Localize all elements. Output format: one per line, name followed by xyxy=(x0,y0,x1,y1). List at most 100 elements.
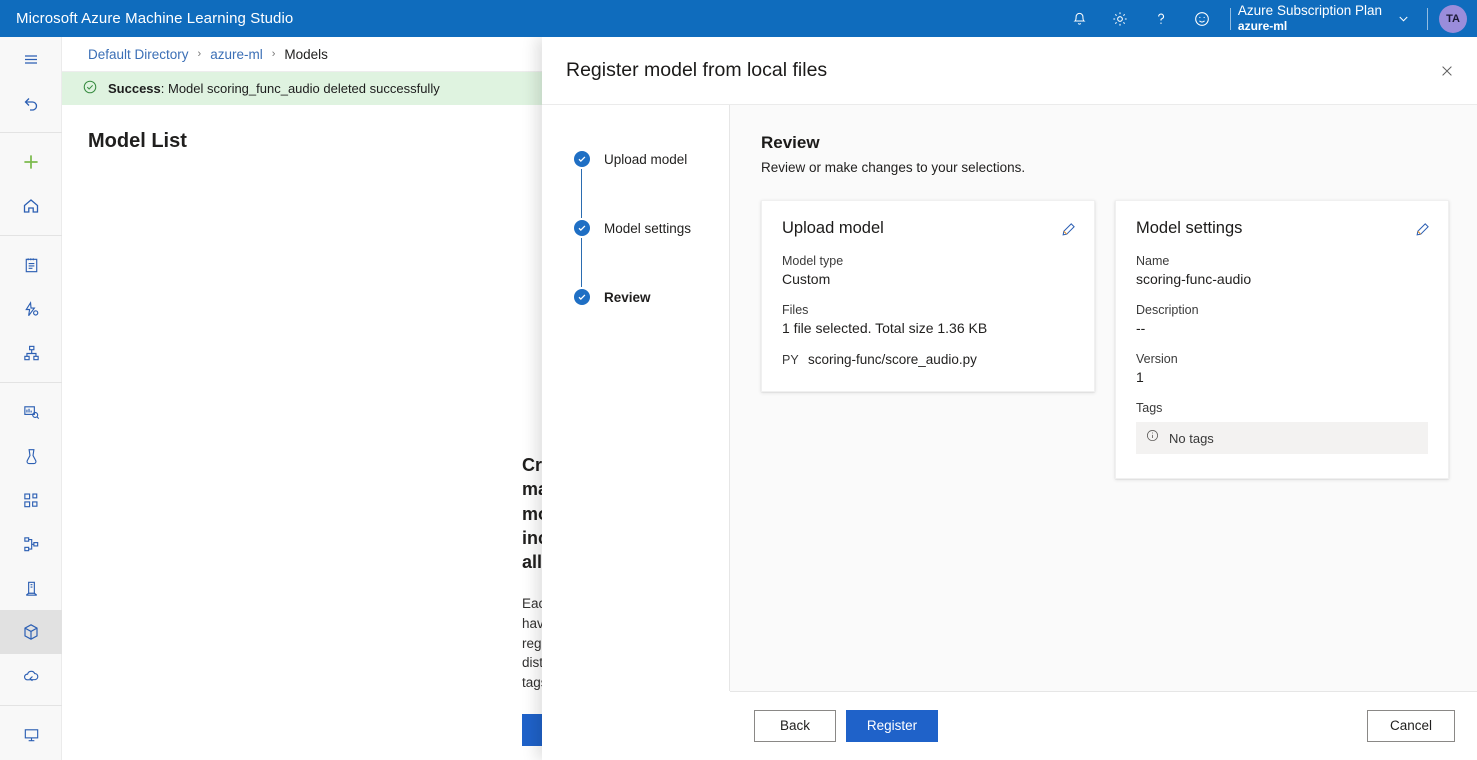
gear-icon[interactable] xyxy=(1100,0,1141,37)
field-name: Name scoring-func-audio xyxy=(1136,254,1428,287)
chevron-down-icon[interactable] xyxy=(1386,0,1420,37)
pipelines-icon[interactable] xyxy=(0,478,62,522)
app-brand-title: Microsoft Azure Machine Learning Studio xyxy=(16,10,293,27)
endpoints-icon[interactable] xyxy=(0,522,62,566)
no-tags-text: No tags xyxy=(1169,431,1214,446)
panel-header: Register model from local files xyxy=(542,37,1477,105)
panel-title: Register model from local files xyxy=(566,59,827,82)
file-list-item: PY scoring-func/score_audio.py xyxy=(782,352,1074,367)
success-label: Success xyxy=(108,81,161,96)
models-registry-icon[interactable] xyxy=(0,566,62,610)
divider xyxy=(0,705,62,706)
left-nav-rail xyxy=(0,37,62,760)
no-tags-message: No tags xyxy=(1136,422,1428,454)
wizard-step-label: Model settings xyxy=(604,221,691,236)
breadcrumb-separator: › xyxy=(272,48,276,60)
automated-ml-icon[interactable] xyxy=(0,287,62,331)
file-extension-label: PY xyxy=(782,353,808,367)
bell-icon[interactable] xyxy=(1059,0,1100,37)
components-icon[interactable] xyxy=(0,434,62,478)
sidebar-item-models[interactable] xyxy=(0,610,62,654)
register-model-panel: Register model from local files Upload m… xyxy=(542,37,1477,760)
review-content: Review Review or make changes to your se… xyxy=(730,105,1477,691)
field-label: Files xyxy=(782,303,1074,317)
step-complete-check-icon xyxy=(574,151,590,167)
avatar[interactable]: TA xyxy=(1439,5,1467,33)
upload-model-card: Upload model Model type Custom xyxy=(761,200,1095,392)
compute-icon[interactable] xyxy=(0,713,62,757)
divider xyxy=(1427,8,1428,30)
review-heading: Review xyxy=(761,133,1449,153)
data-assets-icon[interactable] xyxy=(0,654,62,698)
step-connector xyxy=(581,238,582,287)
divider xyxy=(1230,8,1231,30)
review-subheading: Review or make changes to your selection… xyxy=(761,160,1449,175)
new-icon[interactable] xyxy=(0,140,62,184)
subscription-plan-label: Azure Subscription Plan xyxy=(1238,3,1382,20)
field-value: 1 xyxy=(1136,369,1428,385)
field-description: Description -- xyxy=(1136,303,1428,336)
panel-body: Upload model Model settings Review xyxy=(542,105,1477,691)
field-tags: Tags No tags xyxy=(1136,401,1428,454)
field-value: -- xyxy=(1136,320,1428,336)
card-title: Model settings xyxy=(1136,219,1428,238)
divider xyxy=(0,382,62,383)
top-bar: Microsoft Azure Machine Learning Studio xyxy=(0,0,1477,37)
subscription-selector[interactable]: Azure Subscription Plan azure-ml xyxy=(1238,3,1386,35)
notebooks-icon[interactable] xyxy=(0,243,62,287)
wizard-step-review[interactable]: Review xyxy=(542,287,729,307)
edit-pencil-icon[interactable] xyxy=(1410,217,1434,241)
field-value: 1 file selected. Total size 1.36 KB xyxy=(782,320,1074,336)
field-label: Description xyxy=(1136,303,1428,317)
close-icon[interactable] xyxy=(1431,55,1463,87)
designer-icon[interactable] xyxy=(0,331,62,375)
divider xyxy=(0,132,62,133)
divider xyxy=(0,235,62,236)
back-button[interactable]: Back xyxy=(754,710,836,742)
field-files: Files 1 file selected. Total size 1.36 K… xyxy=(782,303,1074,336)
field-model-type: Model type Custom xyxy=(782,254,1074,287)
breadcrumb-item-workspace[interactable]: azure-ml xyxy=(210,47,263,62)
cancel-button[interactable]: Cancel xyxy=(1367,710,1455,742)
wizard-steps: Upload model Model settings Review xyxy=(542,105,730,691)
wizard-step-upload-model[interactable]: Upload model xyxy=(542,149,729,169)
card-title: Upload model xyxy=(782,219,1074,238)
field-label: Tags xyxy=(1136,401,1428,415)
field-value: scoring-func-audio xyxy=(1136,271,1428,287)
review-cards: Upload model Model type Custom xyxy=(761,200,1449,479)
success-message: : Model scoring_func_audio deleted succe… xyxy=(161,81,440,96)
step-complete-check-icon xyxy=(574,289,590,305)
field-label: Name xyxy=(1136,254,1428,268)
success-banner-text: Success: Model scoring_func_audio delete… xyxy=(108,81,440,96)
top-bar-actions: Azure Subscription Plan azure-ml TA xyxy=(1059,0,1477,37)
wizard-step-label: Upload model xyxy=(604,152,687,167)
wizard-step-label: Review xyxy=(604,290,651,305)
feedback-icon[interactable] xyxy=(1182,0,1223,37)
edit-pencil-icon[interactable] xyxy=(1056,217,1080,241)
jobs-icon[interactable] xyxy=(0,390,62,434)
menu-icon[interactable] xyxy=(0,37,62,81)
step-complete-check-icon xyxy=(574,220,590,236)
workspace-label: azure-ml xyxy=(1238,19,1382,34)
panel-footer-buttons: Back Register Cancel xyxy=(730,710,1455,742)
field-label: Model type xyxy=(782,254,1074,268)
info-icon xyxy=(1145,428,1160,448)
field-value: Custom xyxy=(782,271,1074,287)
panel-footer: Back Register Cancel xyxy=(542,691,1477,760)
help-icon[interactable] xyxy=(1141,0,1182,37)
breadcrumb-separator: › xyxy=(198,48,202,60)
step-connector xyxy=(581,169,582,218)
empty-state: Create and manage models including all v… xyxy=(62,153,622,760)
register-button[interactable]: Register xyxy=(846,710,938,742)
back-icon[interactable] xyxy=(0,81,62,125)
home-icon[interactable] xyxy=(0,184,62,228)
breadcrumb-item-directory[interactable]: Default Directory xyxy=(88,47,189,62)
wizard-step-model-settings[interactable]: Model settings xyxy=(542,218,729,238)
field-label: Version xyxy=(1136,352,1428,366)
breadcrumb-item-models: Models xyxy=(284,47,328,62)
file-path-label: scoring-func/score_audio.py xyxy=(808,352,977,367)
field-version: Version 1 xyxy=(1136,352,1428,385)
model-settings-card: Model settings Name scoring-func-audio xyxy=(1115,200,1449,479)
success-check-icon xyxy=(82,79,98,98)
divider xyxy=(730,691,1477,692)
